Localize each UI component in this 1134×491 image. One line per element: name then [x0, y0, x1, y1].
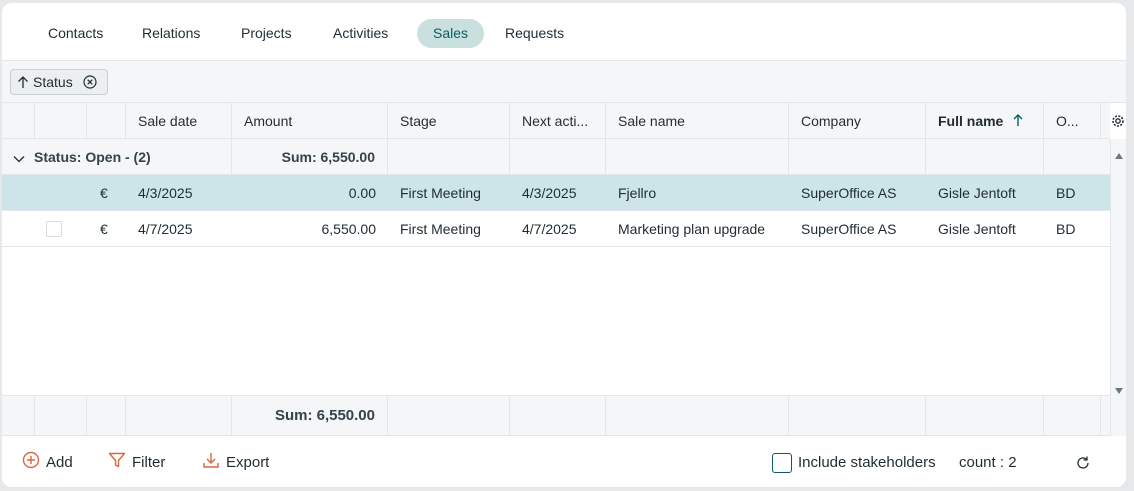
tab-requests[interactable]: Requests: [489, 19, 580, 48]
group-cell: [510, 139, 606, 174]
summary-cell: [1044, 396, 1101, 435]
cell-amount: 6,550.00: [321, 221, 377, 237]
group-sum: Sum: 6,550.00: [232, 139, 388, 174]
header-stage[interactable]: Stage: [388, 103, 510, 138]
header-amount[interactable]: Amount: [232, 103, 388, 138]
grid-header: Sale date Amount Stage Next acti... Sale…: [2, 103, 1110, 139]
group-cell: [388, 139, 510, 174]
total-sum: Sum: 6,550.00: [232, 396, 388, 435]
sales-panel: Contacts Relations Projects Activities S…: [2, 3, 1126, 487]
include-stakeholders-label[interactable]: Include stakeholders: [798, 450, 936, 474]
group-cell: [926, 139, 1044, 174]
sort-ascending-icon: [1013, 104, 1023, 138]
cell-sale-name[interactable]: Fjellro: [606, 175, 789, 210]
group-label: Status: Open - (2): [22, 139, 232, 174]
tab-bar: Contacts Relations Projects Activities S…: [2, 3, 1126, 61]
grouping-bar: Status: [2, 61, 1126, 103]
gear-icon[interactable]: [1111, 114, 1125, 128]
cell-sale-date: 4/3/2025: [138, 185, 193, 201]
cell-full-name[interactable]: Gisle Jentoft: [926, 211, 1044, 246]
add-button[interactable]: Add: [22, 450, 73, 474]
cell-sale-name[interactable]: Marketing plan upgrade: [606, 211, 789, 246]
header-spacer: [1101, 103, 1110, 138]
row-checkbox[interactable]: [46, 221, 62, 237]
summary-cell: [35, 396, 87, 435]
add-label: Add: [46, 453, 73, 471]
cell-next-action: 4/3/2025: [522, 185, 577, 201]
summary-row: Sum: 6,550.00: [2, 395, 1110, 436]
close-circle-icon[interactable]: [83, 75, 97, 89]
header-sale-date[interactable]: Sale date: [126, 103, 232, 138]
grid-footer: Add Filter Export Include stakeholders c…: [2, 436, 1126, 487]
export-button[interactable]: Export: [202, 450, 269, 474]
cell-sale-date: 4/7/2025: [138, 221, 193, 237]
header-sale-name[interactable]: Sale name: [606, 103, 789, 138]
header-expand-col: [2, 103, 35, 138]
summary-cell: [789, 396, 926, 435]
download-icon: [202, 451, 220, 473]
status-group-chip[interactable]: Status: [10, 69, 108, 95]
filter-label: Filter: [132, 453, 166, 471]
export-label: Export: [226, 453, 270, 471]
summary-cell: [87, 396, 126, 435]
tab-relations[interactable]: Relations: [126, 19, 216, 48]
header-full-name[interactable]: Full name: [926, 103, 1044, 138]
scroll-up-icon[interactable]: [1114, 147, 1124, 163]
summary-cell: [388, 396, 510, 435]
scroll-down-icon[interactable]: [1114, 382, 1124, 398]
arrow-up-icon[interactable]: [17, 75, 29, 89]
summary-cell: [926, 396, 1044, 435]
cell-next-action: 4/7/2025: [522, 221, 577, 237]
cell-stage: First Meeting: [400, 185, 481, 201]
summary-cell: [606, 396, 789, 435]
header-select-col[interactable]: [35, 103, 87, 138]
plus-circle-icon: [22, 451, 40, 473]
header-next-action[interactable]: Next acti...: [510, 103, 606, 138]
header-full-name-label: Full name: [938, 113, 1004, 129]
group-cell: [1044, 139, 1110, 174]
sales-grid: Sale date Amount Stage Next acti... Sale…: [2, 103, 1126, 436]
header-owner[interactable]: O...: [1044, 103, 1101, 138]
row-count: count : 2: [959, 453, 1017, 471]
cell-company[interactable]: SuperOffice AS: [789, 175, 926, 210]
tab-activities[interactable]: Activities: [317, 19, 404, 48]
funnel-icon: [108, 451, 126, 473]
euro-icon: €: [100, 221, 108, 237]
group-cell: [606, 139, 789, 174]
header-currency-col: [87, 103, 126, 138]
summary-cell: [126, 396, 232, 435]
cell-company[interactable]: SuperOffice AS: [789, 211, 926, 246]
include-stakeholders-checkbox[interactable]: [772, 453, 792, 473]
table-row[interactable]: € 4/3/2025 0.00 First Meeting 4/3/2025 F…: [2, 175, 1110, 211]
cell-owner: BD: [1056, 221, 1076, 237]
cell-full-name[interactable]: Gisle Jentoft: [926, 175, 1044, 210]
summary-cell: [2, 396, 35, 435]
header-company[interactable]: Company: [789, 103, 926, 138]
cell-amount: 0.00: [348, 185, 376, 201]
group-row-status-open[interactable]: Status: Open - (2) Sum: 6,550.00: [2, 139, 1110, 175]
table-row[interactable]: € 4/7/2025 6,550.00 First Meeting 4/7/20…: [2, 211, 1110, 247]
cell-owner: BD: [1056, 185, 1076, 201]
refresh-icon[interactable]: [1075, 455, 1091, 474]
filter-button[interactable]: Filter: [108, 450, 165, 474]
cell-stage: First Meeting: [400, 221, 481, 237]
chip-label: Status: [33, 74, 73, 90]
tab-projects[interactable]: Projects: [225, 19, 308, 48]
summary-cell: [510, 396, 606, 435]
group-cell: [789, 139, 926, 174]
tab-contacts[interactable]: Contacts: [32, 19, 119, 48]
euro-icon: €: [100, 185, 108, 201]
vertical-scrollbar[interactable]: [1110, 139, 1126, 436]
tab-sales[interactable]: Sales: [417, 19, 485, 48]
